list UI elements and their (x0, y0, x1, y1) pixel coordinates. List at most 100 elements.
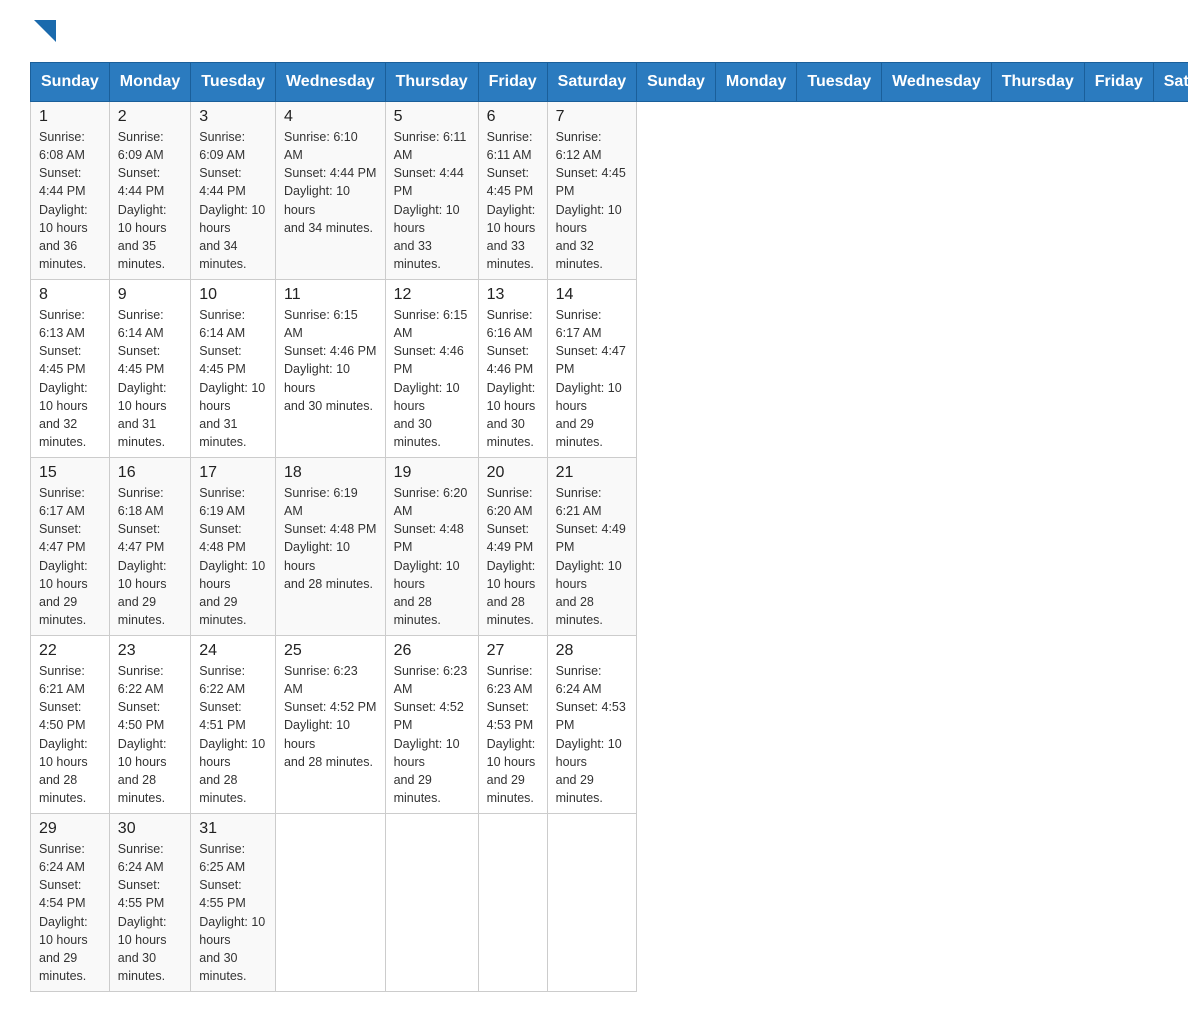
day-number: 31 (199, 820, 267, 838)
day-info: Sunrise: 6:12 AMSunset: 4:45 PMDaylight:… (556, 128, 628, 273)
day-info: Sunrise: 6:11 AMSunset: 4:44 PMDaylight:… (394, 128, 470, 273)
day-info: Sunrise: 6:22 AMSunset: 4:51 PMDaylight:… (199, 662, 267, 807)
day-number: 8 (39, 286, 101, 304)
calendar-week-row: 22 Sunrise: 6:21 AMSunset: 4:50 PMDaylig… (31, 636, 1188, 814)
day-info: Sunrise: 6:10 AMSunset: 4:44 PMDaylight:… (284, 128, 377, 237)
header-day-thursday: Thursday (991, 63, 1084, 102)
calendar-cell: 20 Sunrise: 6:20 AMSunset: 4:49 PMDaylig… (478, 458, 547, 636)
calendar-cell (478, 814, 547, 992)
calendar-week-row: 15 Sunrise: 6:17 AMSunset: 4:47 PMDaylig… (31, 458, 1188, 636)
day-number: 4 (284, 108, 377, 126)
day-number: 21 (556, 464, 628, 482)
header-tuesday: Tuesday (191, 63, 276, 102)
day-info: Sunrise: 6:08 AMSunset: 4:44 PMDaylight:… (39, 128, 101, 273)
calendar-cell: 18 Sunrise: 6:19 AMSunset: 4:48 PMDaylig… (275, 458, 385, 636)
header-day-wednesday: Wednesday (882, 63, 992, 102)
header-thursday: Thursday (385, 63, 478, 102)
calendar-cell: 3 Sunrise: 6:09 AMSunset: 4:44 PMDayligh… (191, 102, 276, 280)
day-info: Sunrise: 6:23 AMSunset: 4:53 PMDaylight:… (487, 662, 539, 807)
calendar-cell: 26 Sunrise: 6:23 AMSunset: 4:52 PMDaylig… (385, 636, 478, 814)
calendar-cell: 1 Sunrise: 6:08 AMSunset: 4:44 PMDayligh… (31, 102, 110, 280)
calendar-cell: 17 Sunrise: 6:19 AMSunset: 4:48 PMDaylig… (191, 458, 276, 636)
calendar-cell: 30 Sunrise: 6:24 AMSunset: 4:55 PMDaylig… (109, 814, 190, 992)
day-info: Sunrise: 6:15 AMSunset: 4:46 PMDaylight:… (394, 306, 470, 451)
day-number: 6 (487, 108, 539, 126)
day-number: 17 (199, 464, 267, 482)
day-info: Sunrise: 6:25 AMSunset: 4:55 PMDaylight:… (199, 840, 267, 985)
day-number: 5 (394, 108, 470, 126)
calendar-cell: 8 Sunrise: 6:13 AMSunset: 4:45 PMDayligh… (31, 280, 110, 458)
day-number: 14 (556, 286, 628, 304)
day-number: 26 (394, 642, 470, 660)
day-info: Sunrise: 6:19 AMSunset: 4:48 PMDaylight:… (199, 484, 267, 629)
header-day-monday: Monday (715, 63, 796, 102)
day-number: 16 (118, 464, 182, 482)
calendar-cell: 7 Sunrise: 6:12 AMSunset: 4:45 PMDayligh… (547, 102, 636, 280)
day-info: Sunrise: 6:16 AMSunset: 4:46 PMDaylight:… (487, 306, 539, 451)
day-info: Sunrise: 6:14 AMSunset: 4:45 PMDaylight:… (118, 306, 182, 451)
day-info: Sunrise: 6:09 AMSunset: 4:44 PMDaylight:… (199, 128, 267, 273)
calendar-cell: 28 Sunrise: 6:24 AMSunset: 4:53 PMDaylig… (547, 636, 636, 814)
day-info: Sunrise: 6:24 AMSunset: 4:54 PMDaylight:… (39, 840, 101, 985)
header-friday: Friday (478, 63, 547, 102)
day-info: Sunrise: 6:21 AMSunset: 4:49 PMDaylight:… (556, 484, 628, 629)
calendar-cell: 9 Sunrise: 6:14 AMSunset: 4:45 PMDayligh… (109, 280, 190, 458)
day-number: 13 (487, 286, 539, 304)
day-number: 11 (284, 286, 377, 304)
calendar-cell: 24 Sunrise: 6:22 AMSunset: 4:51 PMDaylig… (191, 636, 276, 814)
day-number: 29 (39, 820, 101, 838)
day-number: 30 (118, 820, 182, 838)
calendar-cell: 31 Sunrise: 6:25 AMSunset: 4:55 PMDaylig… (191, 814, 276, 992)
calendar-cell: 11 Sunrise: 6:15 AMSunset: 4:46 PMDaylig… (275, 280, 385, 458)
day-info: Sunrise: 6:14 AMSunset: 4:45 PMDaylight:… (199, 306, 267, 451)
calendar-cell: 19 Sunrise: 6:20 AMSunset: 4:48 PMDaylig… (385, 458, 478, 636)
calendar-cell: 6 Sunrise: 6:11 AMSunset: 4:45 PMDayligh… (478, 102, 547, 280)
day-info: Sunrise: 6:11 AMSunset: 4:45 PMDaylight:… (487, 128, 539, 273)
calendar-cell: 23 Sunrise: 6:22 AMSunset: 4:50 PMDaylig… (109, 636, 190, 814)
day-info: Sunrise: 6:18 AMSunset: 4:47 PMDaylight:… (118, 484, 182, 629)
day-info: Sunrise: 6:19 AMSunset: 4:48 PMDaylight:… (284, 484, 377, 593)
header-sunday: Sunday (31, 63, 110, 102)
header-day-saturday: Saturday (1153, 63, 1188, 102)
calendar-cell: 16 Sunrise: 6:18 AMSunset: 4:47 PMDaylig… (109, 458, 190, 636)
day-info: Sunrise: 6:20 AMSunset: 4:49 PMDaylight:… (487, 484, 539, 629)
day-number: 3 (199, 108, 267, 126)
day-info: Sunrise: 6:22 AMSunset: 4:50 PMDaylight:… (118, 662, 182, 807)
day-info: Sunrise: 6:20 AMSunset: 4:48 PMDaylight:… (394, 484, 470, 629)
calendar-cell: 10 Sunrise: 6:14 AMSunset: 4:45 PMDaylig… (191, 280, 276, 458)
calendar-cell: 22 Sunrise: 6:21 AMSunset: 4:50 PMDaylig… (31, 636, 110, 814)
calendar-cell: 25 Sunrise: 6:23 AMSunset: 4:52 PMDaylig… (275, 636, 385, 814)
day-number: 20 (487, 464, 539, 482)
calendar-cell: 4 Sunrise: 6:10 AMSunset: 4:44 PMDayligh… (275, 102, 385, 280)
day-number: 24 (199, 642, 267, 660)
day-info: Sunrise: 6:23 AMSunset: 4:52 PMDaylight:… (284, 662, 377, 771)
day-number: 19 (394, 464, 470, 482)
day-number: 15 (39, 464, 101, 482)
calendar-cell: 21 Sunrise: 6:21 AMSunset: 4:49 PMDaylig… (547, 458, 636, 636)
calendar-week-row: 29 Sunrise: 6:24 AMSunset: 4:54 PMDaylig… (31, 814, 1188, 992)
header-saturday: Saturday (547, 63, 636, 102)
day-number: 1 (39, 108, 101, 126)
calendar-week-row: 8 Sunrise: 6:13 AMSunset: 4:45 PMDayligh… (31, 280, 1188, 458)
calendar-cell: 13 Sunrise: 6:16 AMSunset: 4:46 PMDaylig… (478, 280, 547, 458)
day-info: Sunrise: 6:23 AMSunset: 4:52 PMDaylight:… (394, 662, 470, 807)
day-info: Sunrise: 6:13 AMSunset: 4:45 PMDaylight:… (39, 306, 101, 451)
day-info: Sunrise: 6:17 AMSunset: 4:47 PMDaylight:… (556, 306, 628, 451)
calendar-cell: 29 Sunrise: 6:24 AMSunset: 4:54 PMDaylig… (31, 814, 110, 992)
calendar-header-row: SundayMondayTuesdayWednesdayThursdayFrid… (31, 63, 1188, 102)
calendar-cell: 27 Sunrise: 6:23 AMSunset: 4:53 PMDaylig… (478, 636, 547, 814)
calendar-cell: 14 Sunrise: 6:17 AMSunset: 4:47 PMDaylig… (547, 280, 636, 458)
calendar-cell: 2 Sunrise: 6:09 AMSunset: 4:44 PMDayligh… (109, 102, 190, 280)
day-number: 25 (284, 642, 377, 660)
day-number: 2 (118, 108, 182, 126)
day-number: 7 (556, 108, 628, 126)
day-number: 23 (118, 642, 182, 660)
day-info: Sunrise: 6:24 AMSunset: 4:55 PMDaylight:… (118, 840, 182, 985)
day-info: Sunrise: 6:17 AMSunset: 4:47 PMDaylight:… (39, 484, 101, 629)
day-number: 22 (39, 642, 101, 660)
day-number: 27 (487, 642, 539, 660)
day-number: 12 (394, 286, 470, 304)
header-day-tuesday: Tuesday (797, 63, 882, 102)
day-info: Sunrise: 6:21 AMSunset: 4:50 PMDaylight:… (39, 662, 101, 807)
logo (30, 20, 82, 42)
